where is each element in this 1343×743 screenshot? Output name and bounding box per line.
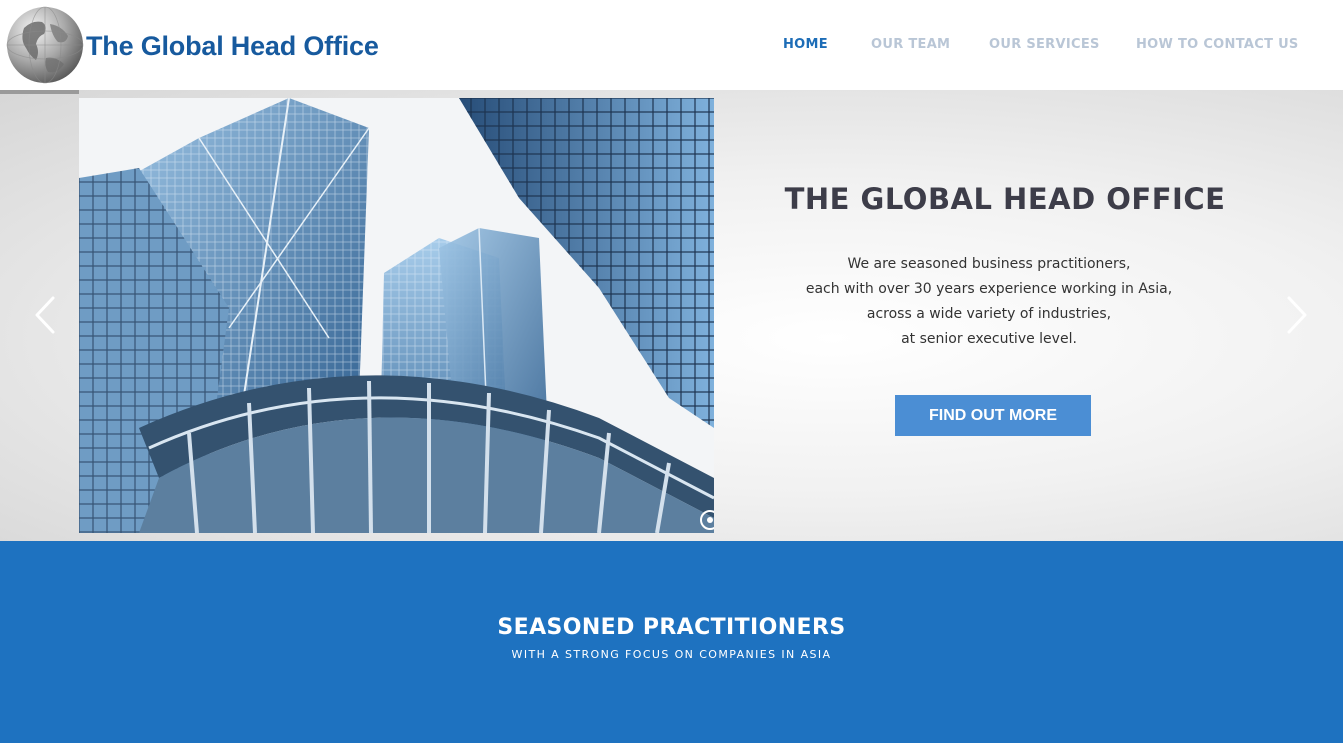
hero-title: THE GLOBAL HEAD OFFICE <box>784 182 1226 216</box>
hero-line: each with over 30 years experience worki… <box>805 281 1173 297</box>
hero-slider: THE GLOBAL HEAD OFFICE We are seasoned b… <box>0 90 1343 541</box>
hero-image <box>79 98 714 533</box>
hero-line: at senior executive level. <box>901 331 1077 347</box>
nav-our-team[interactable]: OUR TEAM <box>871 37 950 52</box>
slider-prev-button[interactable] <box>33 295 57 335</box>
header-accent-bar <box>0 90 79 94</box>
tagline-band: SEASONED PRACTITIONERS WITH A STRONG FOC… <box>0 541 1343 743</box>
find-out-more-button[interactable]: FIND OUT MORE <box>895 395 1091 436</box>
nav-how-to-contact-us[interactable]: HOW TO CONTACT US <box>1136 37 1299 52</box>
nav-home[interactable]: HOME <box>783 37 828 52</box>
nav-our-services[interactable]: OUR SERVICES <box>989 37 1100 52</box>
main-nav: HOME OUR TEAM OUR SERVICES HOW TO CONTAC… <box>0 37 1343 57</box>
chevron-left-icon <box>35 296 55 334</box>
site-header: The Global Head Office HOME OUR TEAM OUR… <box>0 0 1343 90</box>
skyscrapers-image <box>79 98 714 533</box>
band-subtitle: WITH A STRONG FOCUS ON COMPANIES IN ASIA <box>511 648 832 661</box>
slide-indicator-dot[interactable] <box>700 510 714 530</box>
hero-line: We are seasoned business practitioners, <box>847 256 1131 272</box>
chevron-right-icon <box>1287 296 1307 334</box>
hero-description: We are seasoned business practitioners, … <box>754 252 1224 352</box>
slider-next-button[interactable] <box>1285 295 1309 335</box>
hero-line: across a wide variety of industries, <box>866 306 1112 322</box>
band-title: SEASONED PRACTITIONERS <box>497 615 846 640</box>
